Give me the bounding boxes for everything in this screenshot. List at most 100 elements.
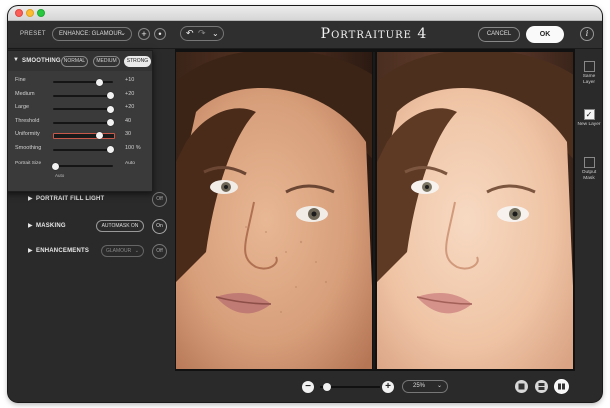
same-layer-checkbox[interactable] (583, 61, 595, 72)
fine-slider[interactable] (53, 78, 113, 86)
layer-option-same-layer[interactable]: Same Layer (577, 61, 601, 86)
enhancement-preset-dropdown[interactable]: GLAMOUR ⌄ (101, 245, 144, 257)
app-title: Portraiture 4 (320, 26, 428, 42)
undo-redo-group: ↶ ↷ ⌄ (180, 26, 224, 41)
enhancement-preset-value: GLAMOUR (106, 248, 132, 254)
mode-strong-button[interactable]: STRONG (124, 56, 151, 67)
enhancements-toggle[interactable]: Off (152, 244, 167, 259)
section-masking[interactable]: ▶ MASKING AUTOMASK ON On (8, 219, 175, 234)
slider-value: Auto (125, 161, 135, 166)
chevron-down-icon: ▼ (13, 57, 19, 63)
slider-value: 30 (125, 131, 132, 137)
masking-toggle[interactable]: On (152, 219, 167, 234)
preset-dropdown[interactable]: ENHANCE: GLAMOUR ⌄ (52, 27, 132, 41)
slider-label: Threshold (15, 117, 40, 124)
new-layer-label: New Layer (577, 122, 601, 127)
slider-value: +20 (125, 104, 135, 110)
automask-chip[interactable]: AUTOMASK ON (96, 220, 144, 232)
chevron-down-icon: ⌄ (134, 248, 139, 254)
split-vertical-button[interactable] (555, 380, 568, 393)
slider-label: Uniformity (15, 131, 40, 137)
zoom-out-button[interactable]: − (302, 381, 314, 393)
zoom-slider-knob[interactable] (322, 383, 331, 391)
split-horizontal-button[interactable] (535, 380, 548, 393)
portrait-size-slider[interactable] (52, 162, 113, 170)
slider-knob[interactable] (96, 78, 104, 86)
slider-row-medium: Medium +20 (8, 90, 152, 102)
slider-label: Fine (15, 77, 26, 83)
portrait-after (377, 52, 573, 369)
output-mask-label: Output Mask (581, 170, 597, 181)
title-bar (8, 6, 602, 21)
zoom-level-dropdown[interactable]: 25% ⌄ (402, 380, 448, 393)
slider-label: Large (15, 104, 30, 110)
slider-label: Portrait Size (15, 161, 42, 166)
section-title: ENHANCEMENTS (36, 248, 90, 254)
before-image[interactable] (176, 52, 372, 369)
slider-row-threshold: Threshold 40 (8, 117, 152, 129)
slider-knob[interactable] (107, 105, 115, 113)
mode-medium-button[interactable]: MEDIUM (93, 56, 120, 67)
layer-option-new-layer[interactable]: ✓ New Layer (577, 109, 601, 128)
info-icon: i (585, 29, 589, 38)
bottom-bar: − + 25% ⌄ (8, 371, 602, 402)
single-view-button[interactable] (515, 380, 528, 393)
ok-button[interactable]: OK (526, 26, 564, 43)
slider-row-uniformity: Uniformity 30 (8, 130, 152, 142)
slider-label: Smoothing (15, 144, 42, 151)
add-preset-button[interactable]: + (138, 28, 150, 40)
minus-icon: − (305, 381, 311, 392)
undo-icon[interactable]: ↶ (186, 27, 194, 40)
smoothing-slider[interactable] (53, 146, 115, 153)
zoom-window-button[interactable] (37, 9, 45, 17)
top-toolbar: PRESET ENHANCE: GLAMOUR ⌄ + • ↶ ↷ ⌄ Port… (8, 21, 602, 49)
layer-option-output-mask[interactable]: Output Mask (577, 157, 601, 182)
preset-label: PRESET (20, 31, 46, 37)
smoothing-title[interactable]: SMOOTHING (22, 58, 61, 64)
slider-value: +20 (125, 90, 135, 97)
slider-knob[interactable] (107, 119, 115, 126)
slider-value: +10 (125, 77, 135, 83)
minimize-window-button[interactable] (26, 9, 34, 17)
plus-icon: + (385, 381, 391, 392)
layer-options-panel: Same Layer ✓ New Layer Output Mask (575, 49, 602, 371)
smoothing-panel: ▼ SMOOTHING NORMAL MEDIUM STRONG Fine +10… (8, 50, 153, 192)
redo-icon[interactable]: ↷ (198, 27, 206, 40)
slider-value: 40 (125, 117, 132, 124)
chevron-right-icon: ▶ (28, 248, 33, 254)
close-window-button[interactable] (15, 9, 23, 17)
cancel-button[interactable]: CANCEL (478, 27, 520, 42)
mode-normal-button[interactable]: NORMAL (61, 56, 88, 67)
fill-light-toggle[interactable]: Off (152, 192, 167, 207)
portrait-size-sub: Auto (55, 173, 65, 178)
single-view-icon (518, 383, 525, 390)
split-divider[interactable] (373, 52, 375, 369)
medium-slider[interactable] (53, 92, 115, 99)
preview-canvas[interactable] (175, 49, 575, 371)
preset-value: ENHANCE: GLAMOUR (59, 31, 123, 37)
slider-knob[interactable] (52, 162, 59, 170)
section-portrait-fill-light[interactable]: ▶ PORTRAIT FILL LIGHT Off (8, 192, 175, 207)
slider-value: 100 % (125, 144, 141, 151)
chevron-down-icon: ⌄ (436, 383, 442, 389)
gear-icon: • (158, 29, 162, 39)
info-button[interactable]: i (580, 27, 594, 41)
threshold-slider[interactable] (53, 119, 115, 126)
uniformity-slider[interactable] (53, 132, 115, 139)
slider-knob[interactable] (96, 132, 104, 139)
slider-row-smoothing: Smoothing 100 % (8, 144, 152, 156)
slider-knob[interactable] (107, 92, 115, 99)
after-image[interactable] (377, 52, 573, 369)
zoom-slider[interactable] (320, 383, 380, 391)
new-layer-checkbox[interactable]: ✓ (583, 109, 595, 120)
zoom-level-value: 25% (413, 383, 426, 389)
large-slider[interactable] (53, 105, 115, 113)
zoom-in-button[interactable]: + (382, 381, 394, 393)
slider-row-large: Large +20 (8, 103, 152, 115)
chevron-right-icon: ▶ (28, 223, 33, 229)
output-mask-checkbox[interactable] (583, 157, 595, 168)
section-enhancements[interactable]: ▶ ENHANCEMENTS GLAMOUR ⌄ Off (8, 244, 175, 259)
preset-options-button[interactable]: • (154, 28, 166, 40)
history-dropdown-icon[interactable]: ⌄ (212, 27, 219, 40)
slider-knob[interactable] (107, 146, 115, 153)
